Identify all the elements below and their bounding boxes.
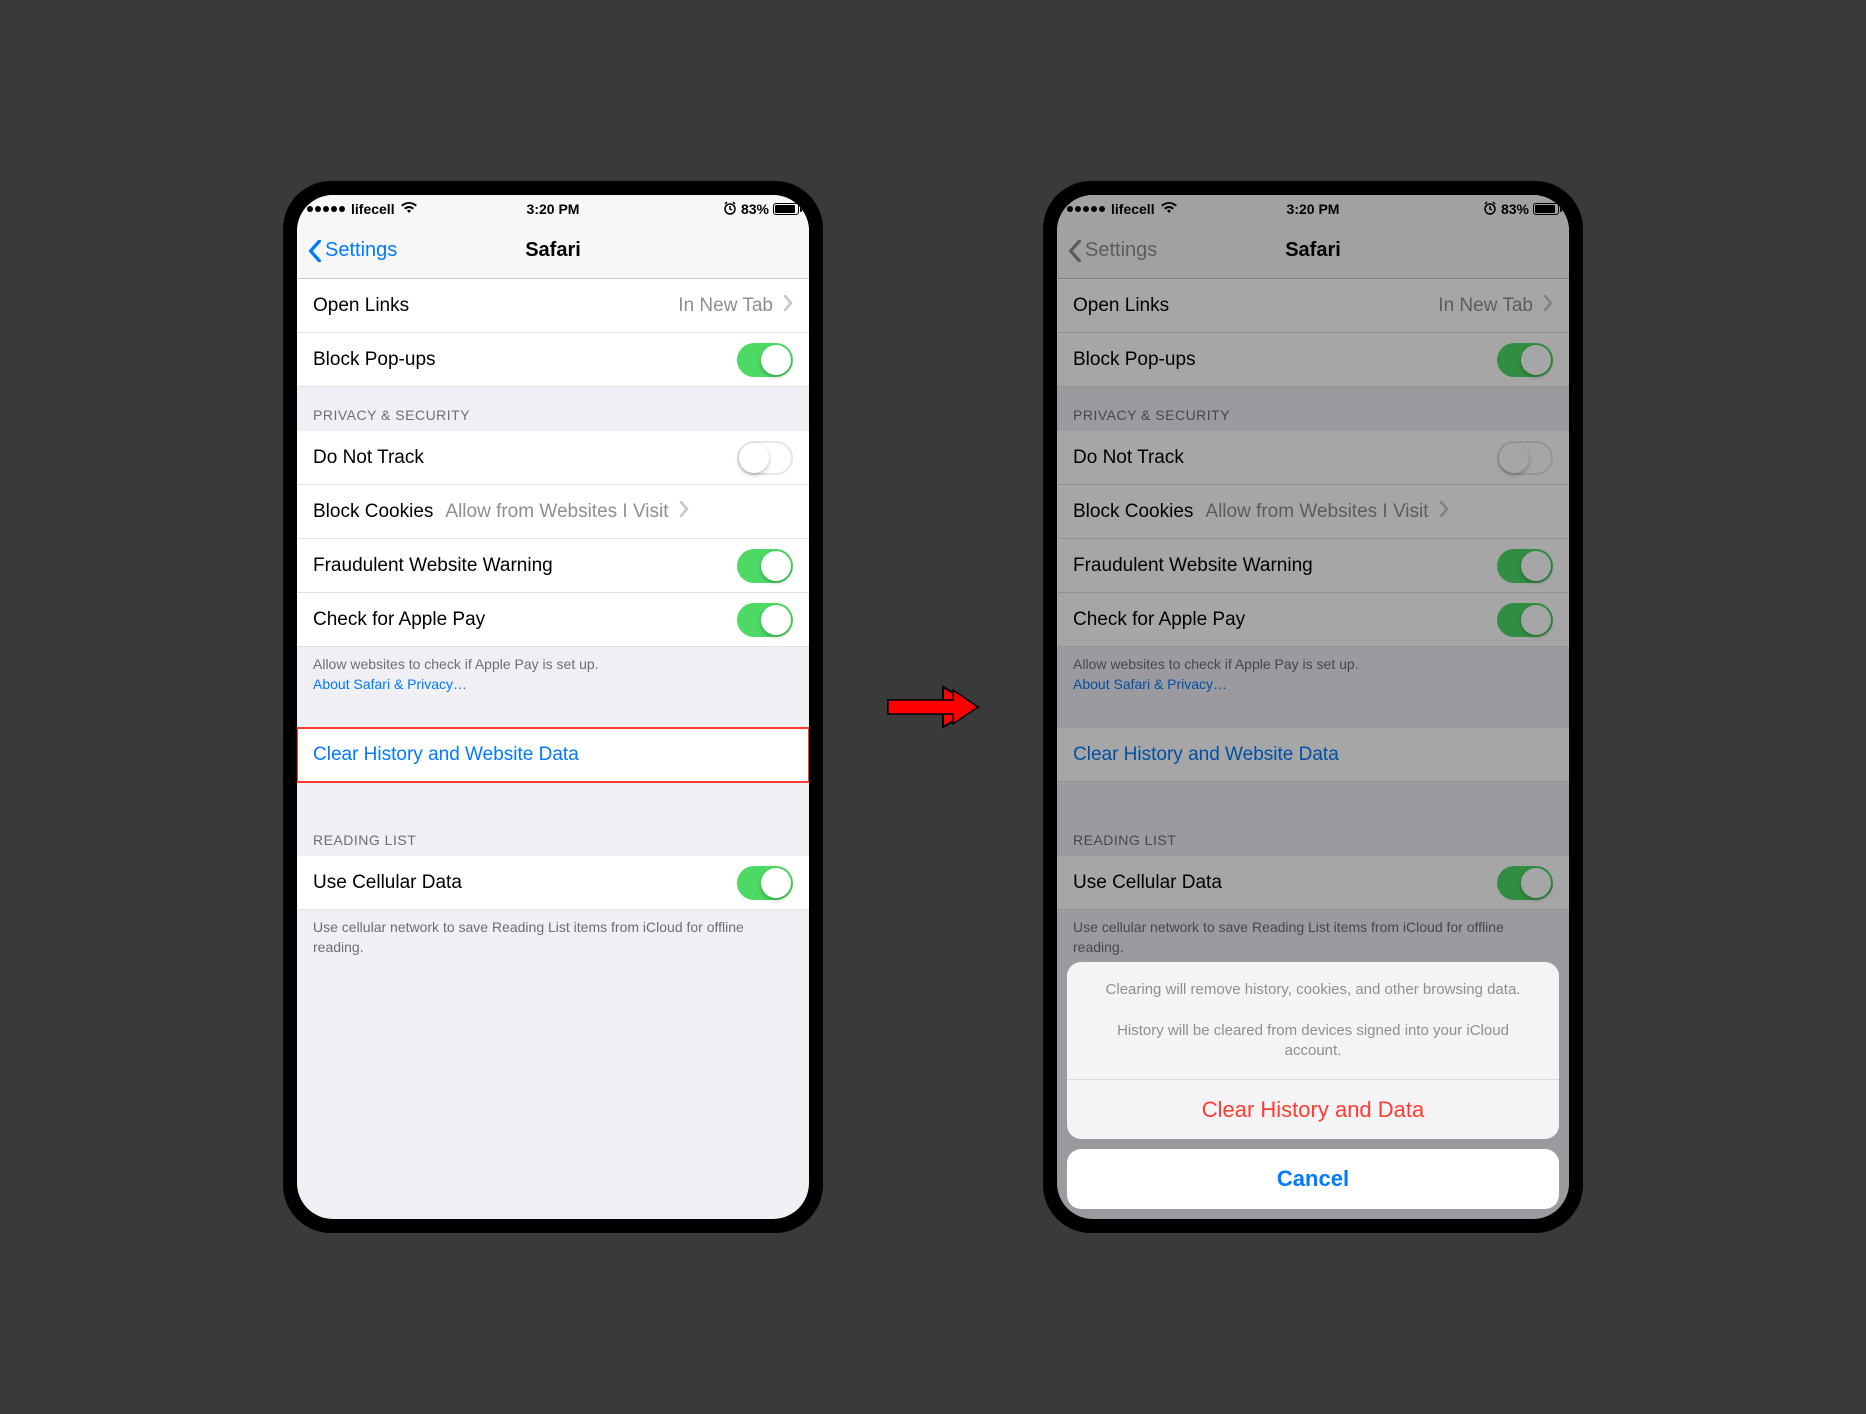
toggle-fraud[interactable] bbox=[737, 549, 793, 583]
toggle-apple-pay[interactable] bbox=[737, 603, 793, 637]
cell-fraud-warning[interactable]: Fraudulent Website Warning bbox=[297, 539, 809, 593]
chevron-right-icon bbox=[783, 295, 793, 317]
screen-right: lifecell 3:20 PM 83% Settings Safari bbox=[1057, 195, 1569, 1219]
fraud-label: Fraudulent Website Warning bbox=[313, 555, 553, 577]
cell-use-cellular[interactable]: Use Cellular Data bbox=[297, 856, 809, 910]
sheet-message: Clearing will remove history, cookies, a… bbox=[1067, 962, 1559, 1079]
cell-apple-pay[interactable]: Check for Apple Pay bbox=[297, 593, 809, 647]
sheet-cancel-label: Cancel bbox=[1277, 1166, 1349, 1192]
status-bar: lifecell 3:20 PM 83% bbox=[297, 195, 809, 223]
toggle-block-popups[interactable] bbox=[737, 343, 793, 377]
page-title: Safari bbox=[297, 239, 809, 262]
cell-block-cookies[interactable]: Block Cookies Allow from Websites I Visi… bbox=[297, 485, 809, 539]
about-safari-link[interactable]: About Safari & Privacy… bbox=[313, 676, 467, 692]
toggle-cellular[interactable] bbox=[737, 866, 793, 900]
dnt-label: Do Not Track bbox=[313, 447, 424, 469]
sheet-group: Clearing will remove history, cookies, a… bbox=[1067, 962, 1559, 1139]
sheet-clear-label: Clear History and Data bbox=[1202, 1097, 1425, 1123]
apple-pay-label: Check for Apple Pay bbox=[313, 609, 485, 631]
block-popups-label: Block Pop-ups bbox=[313, 349, 436, 371]
privacy-footer-text: Allow websites to check if Apple Pay is … bbox=[313, 656, 599, 672]
arrow-icon bbox=[883, 682, 983, 732]
nav-bar: Settings Safari bbox=[297, 223, 809, 279]
clear-history-label: Clear History and Website Data bbox=[313, 744, 579, 766]
screen-left: lifecell 3:20 PM 83% Settings Safari bbox=[297, 195, 809, 1219]
cell-open-links[interactable]: Open Links In New Tab bbox=[297, 279, 809, 333]
chevron-right-icon bbox=[679, 501, 689, 523]
cellular-label: Use Cellular Data bbox=[313, 872, 462, 894]
group-header-reading: READING LIST bbox=[297, 812, 809, 856]
privacy-footer: Allow websites to check if Apple Pay is … bbox=[297, 647, 809, 698]
phone-left: lifecell 3:20 PM 83% Settings Safari bbox=[283, 181, 823, 1233]
sheet-cancel-button[interactable]: Cancel bbox=[1067, 1149, 1559, 1209]
sheet-msg-line2: History will be cleared from devices sig… bbox=[1117, 1022, 1509, 1059]
action-sheet: Clearing will remove history, cookies, a… bbox=[1067, 962, 1559, 1209]
sheet-clear-button[interactable]: Clear History and Data bbox=[1067, 1079, 1559, 1139]
reading-footer: Use cellular network to save Reading Lis… bbox=[297, 910, 809, 961]
cell-clear-history[interactable]: Clear History and Website Data bbox=[297, 728, 809, 782]
cell-block-popups[interactable]: Block Pop-ups bbox=[297, 333, 809, 387]
group-header-privacy: PRIVACY & SECURITY bbox=[297, 387, 809, 431]
sheet-msg-line1: Clearing will remove history, cookies, a… bbox=[1106, 981, 1521, 998]
clock-label: 3:20 PM bbox=[297, 201, 809, 217]
cell-dnt[interactable]: Do Not Track bbox=[297, 431, 809, 485]
open-links-value: In New Tab bbox=[678, 295, 777, 317]
toggle-dnt[interactable] bbox=[737, 441, 793, 475]
phone-right: lifecell 3:20 PM 83% Settings Safari bbox=[1043, 181, 1583, 1233]
open-links-label: Open Links bbox=[313, 295, 409, 317]
block-cookies-value: Allow from Websites I Visit bbox=[445, 501, 672, 523]
battery-icon bbox=[773, 203, 799, 215]
block-cookies-label: Block Cookies bbox=[313, 501, 433, 523]
